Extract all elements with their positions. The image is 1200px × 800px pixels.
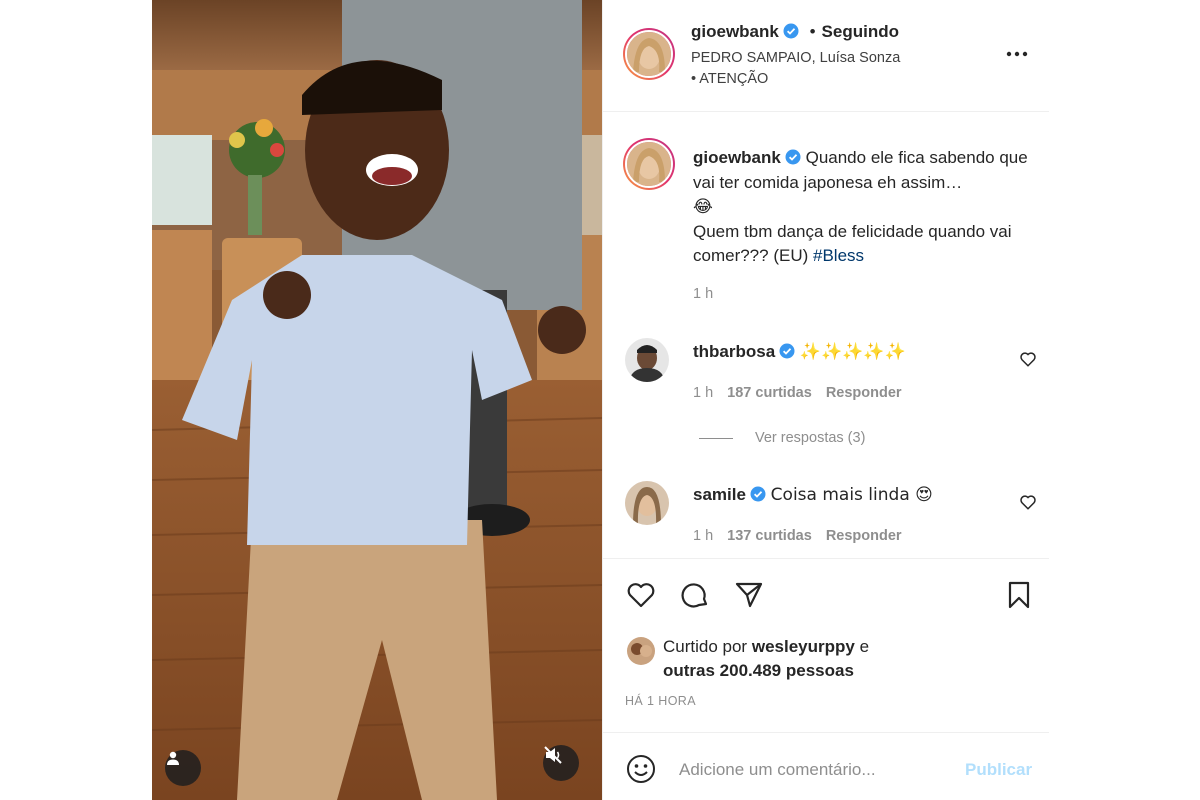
verified-icon: [779, 343, 795, 359]
hashtag-link[interactable]: #Bless: [813, 246, 864, 265]
comment-time[interactable]: 1 h: [693, 385, 713, 401]
comment-button[interactable]: [679, 579, 711, 611]
author-avatar-image: [627, 32, 671, 76]
comment-composer: Publicar: [603, 732, 1049, 800]
more-icon: [1006, 51, 1028, 57]
following-button[interactable]: Seguindo: [822, 22, 899, 41]
caption-avatar-image: [627, 142, 671, 186]
like-button[interactable]: [625, 579, 657, 611]
caption-text: gioewbank Quando ele fica sabendo que va…: [693, 146, 1038, 269]
audio-link[interactable]: PEDRO SAMPAIO, Luísa Sonza • ATENÇÃO: [691, 48, 901, 90]
post-video-frame: [152, 0, 602, 800]
save-button[interactable]: [1003, 579, 1035, 611]
comment-body: ✨✨✨✨✨: [799, 342, 906, 362]
caption-avatar[interactable]: [623, 138, 675, 190]
bookmark-icon: [1008, 581, 1030, 609]
comment-like-button[interactable]: [1019, 350, 1037, 368]
heart-icon: [1020, 352, 1036, 367]
publish-button[interactable]: Publicar: [965, 760, 1032, 780]
caption-username[interactable]: gioewbank: [693, 148, 781, 167]
comment-time[interactable]: 1 h: [693, 528, 713, 544]
post-header: gioewbank • Seguindo PEDRO SAMPAIO, Luísa…: [603, 0, 1049, 112]
verified-icon: [750, 486, 766, 502]
post-timestamp[interactable]: HÁ 1 HORA: [625, 694, 696, 708]
liked-by-avatar[interactable]: [627, 637, 655, 665]
comment-input[interactable]: [679, 757, 939, 783]
reply-button[interactable]: Responder: [826, 385, 902, 401]
likes-summary: Curtido por wesleyurppy e outras 200.489…: [663, 635, 869, 683]
comment-body: Coisa mais linda 😍: [770, 485, 933, 505]
comment-like-button[interactable]: [1019, 493, 1037, 511]
commenter-username[interactable]: thbarbosa: [693, 342, 775, 361]
user-tag-icon: [167, 751, 179, 765]
comment-meta: 1 h 187 curtidas Responder: [693, 385, 902, 401]
heart-icon: [1020, 495, 1036, 510]
more-options-button[interactable]: [1005, 44, 1029, 64]
comment-likes[interactable]: 187 curtidas: [727, 385, 812, 401]
mute-icon: [544, 746, 562, 764]
comment-meta: 1 h 137 curtidas Responder: [693, 528, 902, 544]
comment-icon: [681, 583, 708, 608]
commenter-avatar[interactable]: [625, 481, 669, 525]
view-replies-label: Ver respostas (3): [755, 430, 866, 446]
emoji-icon: [627, 755, 655, 783]
verified-icon: [785, 149, 801, 165]
commenter-username[interactable]: samile: [693, 485, 746, 504]
tagged-users-button[interactable]: [165, 750, 201, 786]
liked-by-conjunction: e: [859, 637, 870, 656]
commenter-avatar[interactable]: [625, 338, 669, 382]
share-button[interactable]: [733, 579, 765, 611]
share-icon: [735, 582, 763, 608]
liked-by-avatar-image: [627, 637, 655, 665]
author-avatar[interactable]: [623, 28, 675, 80]
header-separator: •: [809, 22, 816, 41]
comment-likes[interactable]: 137 curtidas: [727, 528, 812, 544]
comment-text-line: samile Coisa mais linda 😍: [693, 485, 933, 505]
reply-button[interactable]: Responder: [826, 528, 902, 544]
post-actions: Curtido por wesleyurppy e outras 200.489…: [603, 558, 1049, 732]
view-replies-button[interactable]: Ver respostas (3): [699, 430, 865, 446]
emoji-picker-button[interactable]: [625, 753, 657, 785]
post-details-panel: gioewbank • Seguindo PEDRO SAMPAIO, Luísa…: [602, 0, 1049, 800]
commenter-avatar-image: [625, 338, 669, 382]
author-username[interactable]: gioewbank: [691, 22, 779, 41]
liked-by-user[interactable]: wesleyurppy: [752, 637, 855, 656]
caption-emoji: 😂: [693, 197, 713, 217]
header-user-line: gioewbank • Seguindo: [691, 22, 899, 42]
verified-icon: [783, 23, 799, 39]
comment-text-line: thbarbosa ✨✨✨✨✨: [693, 342, 906, 362]
mute-button[interactable]: [543, 745, 579, 781]
liked-by-prefix: Curtido por: [663, 637, 748, 656]
liked-by-others[interactable]: outras 200.489 pessoas: [663, 661, 854, 680]
caption-timestamp[interactable]: 1 h: [693, 286, 713, 302]
commenter-avatar-image: [625, 481, 669, 525]
heart-icon: [627, 583, 655, 608]
post-media[interactable]: [152, 0, 602, 800]
replies-divider: [699, 437, 733, 439]
